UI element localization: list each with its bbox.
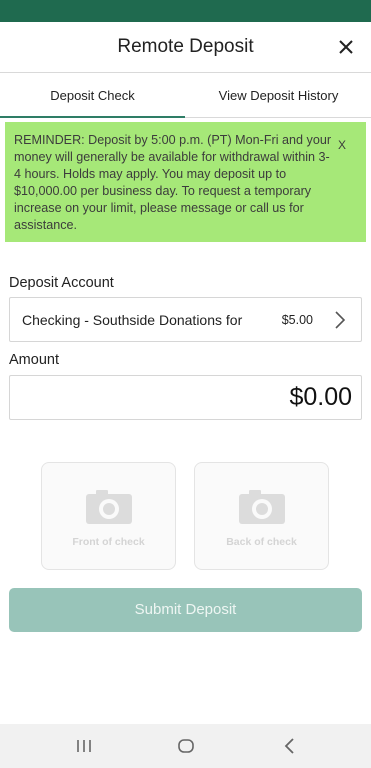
amount-value: $0.00 bbox=[289, 383, 352, 411]
recent-apps-icon[interactable] bbox=[75, 737, 93, 755]
account-name: Checking - Southside Donations for bbox=[22, 312, 243, 328]
camera-icon bbox=[86, 490, 132, 524]
deposit-account-label: Deposit Account bbox=[9, 275, 114, 291]
submit-deposit-button[interactable]: Submit Deposit bbox=[9, 588, 362, 632]
front-of-check-label: Front of check bbox=[72, 536, 145, 548]
back-of-check-label: Back of check bbox=[226, 536, 297, 548]
back-of-check-button[interactable]: Back of check bbox=[194, 462, 329, 570]
tab-view-deposit-history[interactable]: View Deposit History bbox=[186, 74, 371, 118]
camera-icon bbox=[239, 490, 285, 524]
header: Remote Deposit bbox=[0, 22, 371, 73]
amount-input[interactable]: $0.00 bbox=[9, 375, 362, 420]
system-navigation-bar bbox=[0, 724, 371, 768]
amount-label: Amount bbox=[9, 352, 59, 368]
front-of-check-button[interactable]: Front of check bbox=[41, 462, 176, 570]
back-icon[interactable] bbox=[281, 737, 299, 755]
tab-deposit-check[interactable]: Deposit Check bbox=[0, 74, 185, 118]
home-icon[interactable] bbox=[177, 737, 195, 755]
tab-bar: Deposit Check View Deposit History bbox=[0, 74, 371, 118]
dismiss-reminder-button[interactable]: X bbox=[338, 137, 346, 154]
status-bar bbox=[0, 0, 371, 22]
reminder-text: REMINDER: Deposit by 5:00 p.m. (PT) Mon-… bbox=[14, 133, 332, 232]
reminder-banner: REMINDER: Deposit by 5:00 p.m. (PT) Mon-… bbox=[5, 122, 366, 242]
account-balance: $5.00 bbox=[281, 313, 313, 327]
deposit-account-select[interactable]: Checking - Southside Donations for $5.00 bbox=[9, 297, 362, 342]
page-title: Remote Deposit bbox=[117, 36, 254, 57]
chevron-right-icon bbox=[335, 311, 346, 329]
close-icon[interactable] bbox=[335, 36, 357, 58]
